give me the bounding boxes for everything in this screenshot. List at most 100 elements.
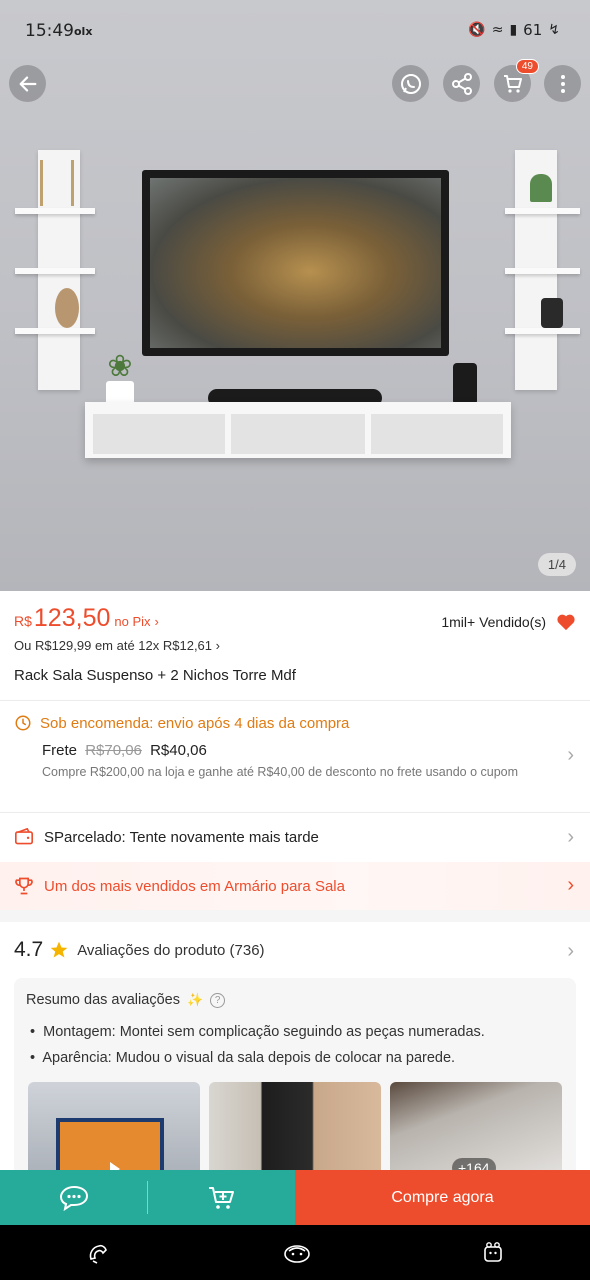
sparcelado-row[interactable]: SParcelado: Tente novamente mais tarde xyxy=(14,828,319,846)
status-app-tag: olx xyxy=(74,25,93,38)
frete-new-price: R$40,06 xyxy=(150,742,207,759)
frete-old-price: R$70,06 xyxy=(85,742,142,759)
price-row[interactable]: R$ 123,50 no Pix › xyxy=(14,604,159,633)
right-shelf xyxy=(505,208,580,214)
decor-object xyxy=(541,298,563,328)
right-shelf xyxy=(505,328,580,334)
chevron-right-icon: › xyxy=(567,744,574,766)
review-media-thumbnail[interactable] xyxy=(209,1082,381,1178)
left-shelf xyxy=(15,328,95,334)
floating-rack xyxy=(85,402,511,458)
summary-bullet-text: Aparência: Mudou o visual da sala depois… xyxy=(42,1050,456,1066)
bestseller-row[interactable]: Um dos mais vendidos em Armário para Sal… xyxy=(14,876,345,896)
sold-text: 1mil+ Vendido(s) xyxy=(441,614,546,630)
shipping-heading: Sob encomenda: envio após 4 dias da comp… xyxy=(14,714,349,732)
frete-row: Frete R$70,06 R$40,06 xyxy=(42,742,207,759)
status-time: 15:49 xyxy=(25,21,74,41)
recent-apps-icon[interactable] xyxy=(85,1239,113,1267)
section-spacer xyxy=(0,910,590,922)
secondary-actions xyxy=(0,1170,295,1225)
price-suffix: no Pix xyxy=(114,614,151,629)
decor-cactus xyxy=(530,174,552,202)
chevron-right-icon: › xyxy=(567,940,574,962)
installment-text: Ou R$129,99 em até 12x R$12,61 xyxy=(14,638,213,653)
rack-slot xyxy=(371,414,503,454)
chevron-right-icon: › xyxy=(154,614,159,629)
installment-link[interactable]: Ou R$129,99 em até 12x R$12,61 › xyxy=(14,638,220,653)
battery-level: 61 xyxy=(523,21,543,39)
review-summary-card: Resumo das avaliações ✨ ? • Montagem: Mo… xyxy=(14,978,576,1178)
summary-title: Resumo das avaliações ✨ ? xyxy=(26,992,226,1008)
more-options-button[interactable] xyxy=(544,65,581,102)
product-image-gallery[interactable]: ❀ 15:49 olx 🔇 ≈ ▮ 61 ↯ 49 1/4 xyxy=(0,0,590,591)
rack-slot xyxy=(231,414,365,454)
rack-slot xyxy=(93,414,225,454)
frete-description: Compre R$200,00 na loja e ganhe até R$40… xyxy=(42,765,519,779)
review-media-thumbnail[interactable]: +164 xyxy=(390,1082,562,1178)
plant: ❀ xyxy=(107,350,133,383)
ratings-header[interactable]: 4.7 Avaliações do produto (736) xyxy=(14,938,265,962)
share-icon xyxy=(451,72,472,95)
whatsapp-icon xyxy=(400,73,421,94)
trophy-icon xyxy=(15,877,33,895)
clock-icon xyxy=(15,715,31,731)
charging-icon: ↯ xyxy=(548,22,560,38)
rating-score: 4.7 xyxy=(14,938,44,961)
wifi-icon: ≈ xyxy=(491,22,504,38)
divider xyxy=(0,812,590,813)
status-icons: 🔇 ≈ ▮ 61 ↯ xyxy=(468,21,560,39)
left-shelf xyxy=(15,208,95,214)
sold-count: 1mil+ Vendido(s) xyxy=(441,613,576,631)
star-icon xyxy=(50,941,68,958)
more-vertical-icon xyxy=(560,74,565,93)
left-shelf xyxy=(15,268,95,274)
decor-statue xyxy=(40,160,74,206)
summary-bullet: • Aparência: Mudou o visual da sala depo… xyxy=(30,1050,456,1066)
chevron-right-icon: › xyxy=(567,874,574,896)
heart-icon[interactable] xyxy=(556,613,576,631)
cart-button[interactable]: 49 xyxy=(494,59,539,102)
home-icon[interactable] xyxy=(282,1241,312,1265)
sparcelado-text: SParcelado: Tente novamente mais tarde xyxy=(44,828,319,846)
bottom-action-bar: Compre agora xyxy=(0,1170,590,1225)
back-nav-icon[interactable] xyxy=(481,1239,505,1267)
add-to-cart-button[interactable] xyxy=(148,1170,295,1225)
tv-screen xyxy=(150,178,441,348)
review-media-thumbnail[interactable] xyxy=(28,1082,200,1178)
product-title: Rack Sala Suspenso + 2 Nichos Torre Mdf xyxy=(14,667,296,684)
summary-bullet: • Montagem: Montei sem complicação segui… xyxy=(30,1024,485,1040)
status-bar: 15:49 olx 🔇 ≈ ▮ 61 ↯ xyxy=(0,0,590,62)
back-button[interactable] xyxy=(9,65,46,102)
sparkle-icon: ✨ xyxy=(186,992,204,1007)
shipping-heading-text: Sob encomenda: envio após 4 dias da comp… xyxy=(40,714,350,732)
decor-vase xyxy=(55,288,79,328)
price-value: 123,50 xyxy=(33,604,111,632)
summary-title-text: Resumo das avaliações xyxy=(26,992,180,1008)
wallet-icon xyxy=(15,828,33,845)
ratings-label: Avaliações do produto (736) xyxy=(77,941,265,959)
share-button[interactable] xyxy=(443,65,480,102)
divider xyxy=(0,700,590,701)
right-shelf xyxy=(505,268,580,274)
frete-label: Frete xyxy=(42,742,78,759)
cart-count-badge: 49 xyxy=(515,59,539,74)
add-to-cart-icon xyxy=(208,1186,234,1209)
chevron-right-icon: › xyxy=(215,638,220,653)
image-counter: 1/4 xyxy=(537,553,576,576)
chat-button[interactable] xyxy=(0,1170,147,1225)
mute-icon: 🔇 xyxy=(468,22,486,38)
back-arrow-icon xyxy=(19,75,36,92)
whatsapp-share-button[interactable] xyxy=(392,65,429,102)
speaker xyxy=(453,363,477,405)
chevron-right-icon: › xyxy=(567,826,574,848)
signal-icon: ▮ xyxy=(509,22,518,38)
price-currency: R$ xyxy=(14,613,32,629)
chat-icon xyxy=(59,1185,88,1211)
bestseller-text: Um dos mais vendidos em Armário para Sal… xyxy=(44,877,345,895)
cart-icon xyxy=(503,74,522,93)
tv xyxy=(142,170,449,356)
summary-bullet-text: Montagem: Montei sem complicação seguind… xyxy=(43,1024,485,1040)
system-nav-bar xyxy=(0,1225,590,1280)
help-icon[interactable]: ? xyxy=(210,992,226,1008)
buy-now-button[interactable]: Compre agora xyxy=(295,1170,590,1225)
